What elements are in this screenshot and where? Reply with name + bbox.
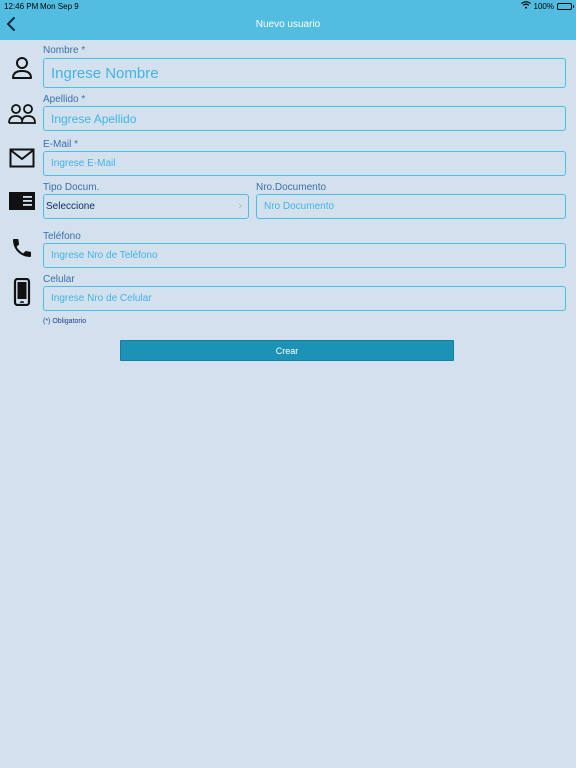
nro-documento-input[interactable]: Nro Documento (256, 194, 566, 219)
tipo-documento-label: Tipo Docum. (43, 182, 100, 193)
status-date: Mon Sep 9 (40, 2, 79, 11)
email-input[interactable]: Ingrese E-Mail (43, 151, 566, 176)
nombre-input[interactable]: Ingrese Nombre (43, 58, 566, 88)
tipo-documento-value: Seleccione (46, 201, 95, 212)
apellido-label: Apellido * (43, 94, 86, 105)
mobile-icon (8, 278, 36, 306)
battery-percent: 100% (533, 1, 554, 11)
mail-icon (8, 144, 36, 172)
email-label: E-Mail * (43, 139, 79, 150)
phone-icon (8, 234, 36, 262)
id-card-icon (8, 187, 36, 215)
required-note: (*) Obligatorio (43, 318, 87, 325)
celular-input[interactable]: Ingrese Nro de Celular (43, 286, 566, 311)
apellido-input[interactable]: Ingrese Apellido (43, 106, 566, 131)
nombre-label: Nombre * (43, 45, 86, 56)
celular-label: Celular (43, 274, 75, 285)
nro-documento-label: Nro.Documento (256, 182, 327, 193)
navigation-bar: 12:46 PM Mon Sep 9 100% Nuevo usuario (0, 0, 576, 40)
crear-button[interactable]: Crear (120, 340, 454, 361)
battery-icon (557, 2, 574, 10)
telefono-input[interactable]: Ingrese Nro de Teléfono (43, 243, 566, 268)
page-title: Nuevo usuario (255, 19, 321, 30)
person-icon (8, 54, 36, 82)
status-time: 12:46 PM (4, 2, 39, 11)
status-indicators: 100% (520, 1, 574, 11)
chevron-right-icon: › (238, 200, 242, 212)
telefono-label: Teléfono (43, 231, 81, 242)
tipo-documento-select[interactable]: Seleccione › (43, 194, 249, 219)
wifi-icon (520, 1, 531, 11)
people-icon (8, 100, 36, 128)
